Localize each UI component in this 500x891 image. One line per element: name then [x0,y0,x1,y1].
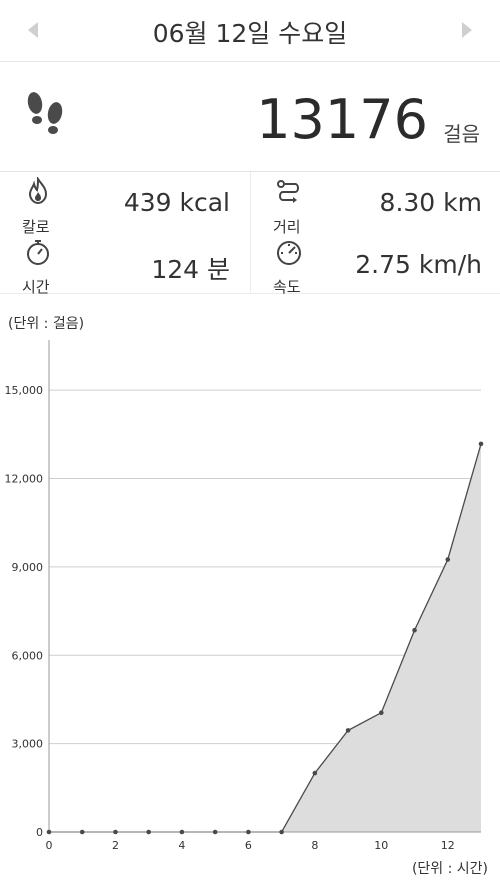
footprints-icon [27,92,63,134]
x-tick-label: 10 [374,839,388,852]
data-point [379,710,384,716]
x-tick-label: 12 [441,839,455,852]
data-point [246,829,251,835]
x-tick-label: 8 [311,839,318,852]
steps-count: 13176 [256,88,428,151]
data-point [478,441,484,447]
data-point [46,829,52,835]
distance-value: 8.30 km [379,188,482,217]
flame-icon [28,177,48,205]
calories-value: 439 kcal [123,188,230,217]
data-point [79,829,85,835]
x-tick-label: 2 [112,839,119,852]
x-axis-unit-label: (단위 : 시간) [411,861,488,877]
steps-area [49,443,481,832]
speed-value: 2.75 km/h [355,250,482,279]
x-tick-label: 0 [46,839,53,852]
steps-summary: 13176 걸음 [0,62,500,172]
data-point [412,627,417,633]
hourly-steps-chart: 0 3,000 6,000 9,000 12,000 15,000 0 2 4 6 8 10 12 [5,340,484,852]
data-point [212,829,218,835]
x-tick-label: 4 [178,839,185,852]
distance-label: 거리 [273,218,301,236]
data-point [146,829,151,835]
data-point [179,829,185,835]
next-day-arrow-icon[interactable] [462,22,472,38]
y-tick-label: 9,000 [12,561,44,574]
y-tick-label: 6,000 [12,649,44,662]
data-point [113,829,118,835]
route-icon [277,180,299,203]
stats-grid: 칼로 439 kcal 거리 8.30 km 시간 124 분 속도 2.75 … [0,172,500,296]
calories-label: 칼로 [22,218,50,236]
stats-divider [250,172,251,294]
data-point [345,728,351,733]
time-label: 시간 [22,278,50,296]
y-tick-label: 0 [36,826,43,839]
date-header: 06월 12일 수요일 [0,0,500,62]
data-point [445,557,451,562]
date-title: 06월 12일 수요일 [152,19,348,48]
data-point [312,770,318,776]
speed-label: 속도 [273,278,301,296]
y-tick-label: 3,000 [12,738,44,751]
y-tick-label: 12,000 [5,473,44,486]
stopwatch-icon [27,240,49,265]
time-value: 124 분 [151,255,230,284]
steps-unit: 걸음 [443,122,480,146]
data-point [279,829,284,835]
x-tick-label: 6 [245,839,252,852]
y-tick-label: 15,000 [5,384,44,397]
speedometer-icon [277,241,301,265]
